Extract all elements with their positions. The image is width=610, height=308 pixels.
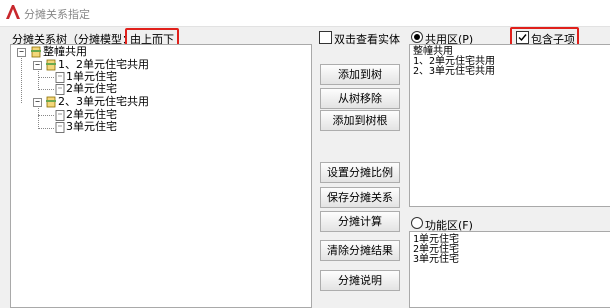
save-relation-button[interactable]: 保存分摊关系 (320, 187, 400, 208)
tree-node-group[interactable]: 2、3单元住宅共用 (45, 96, 149, 108)
tree-node-label: 整幢共用 (43, 45, 87, 58)
tree-node-label: 3单元住宅 (66, 120, 117, 133)
tree-node-label: 2单元住宅 (66, 82, 117, 95)
double-click-view-checkbox[interactable] (319, 31, 332, 44)
document-icon (55, 121, 65, 133)
clear-result-button[interactable]: 清除分摊结果 (320, 240, 400, 261)
relation-tree-panel[interactable]: − 整幢共用 − 1、2单元住宅共用 1单元住宅 2单元住宅 − 2、3单元住宅… (10, 44, 312, 308)
tree-leaf[interactable]: 3单元住宅 (55, 121, 117, 133)
document-icon (55, 83, 65, 95)
function-area-list[interactable]: 1单元住宅 2单元住宅 3单元住宅 (409, 231, 610, 308)
stack-icon (31, 46, 41, 58)
calculate-button[interactable]: 分摊计算 (320, 211, 400, 232)
list-item[interactable]: 3单元住宅 (413, 255, 459, 265)
public-area-radio[interactable] (411, 31, 423, 43)
collapse-toggle-icon[interactable]: − (33, 61, 42, 70)
add-to-root-button[interactable]: 添加到树根 (320, 110, 400, 131)
tree-leaf[interactable]: 2单元住宅 (55, 83, 117, 95)
window-title: 分摊关系指定 (24, 8, 90, 21)
tree-node-root[interactable]: 整幢共用 (30, 46, 87, 58)
add-to-tree-button[interactable]: 添加到树 (320, 64, 400, 85)
checkmark-icon (518, 34, 527, 42)
double-click-view-label: 双击查看实体 (334, 33, 400, 46)
remove-from-tree-button[interactable]: 从树移除 (320, 88, 400, 109)
list-item[interactable]: 2、3单元住宅共用 (413, 67, 495, 77)
document-icon (55, 71, 65, 83)
tree-node-label: 2、3单元住宅共用 (58, 95, 149, 108)
public-area-list[interactable]: 整幢共用 1、2单元住宅共用 2、3单元住宅共用 (409, 44, 610, 207)
set-ratio-button[interactable]: 设置分摊比例 (320, 162, 400, 183)
collapse-toggle-icon[interactable]: − (33, 98, 42, 107)
collapse-toggle-icon[interactable]: − (17, 48, 26, 57)
explain-button[interactable]: 分摊说明 (320, 270, 400, 291)
stack-icon (46, 59, 56, 71)
title-bar: 分摊关系指定 (0, 0, 610, 27)
app-logo-icon (6, 5, 20, 19)
document-icon (55, 109, 65, 121)
stack-icon (46, 96, 56, 108)
function-area-radio[interactable] (411, 217, 423, 229)
include-children-checkbox[interactable] (516, 31, 529, 44)
